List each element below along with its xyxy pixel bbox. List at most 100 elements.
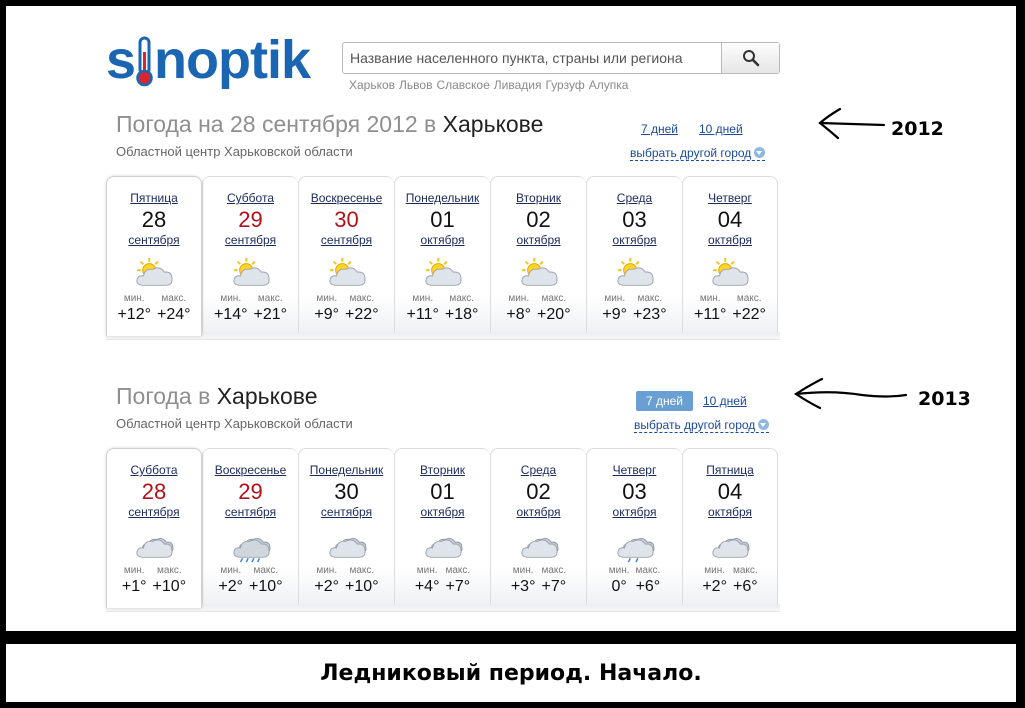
day-tab[interactable]: Четверг 04 октября мин. +11° макс. +22° — [682, 176, 778, 336]
day-month[interactable]: сентября — [107, 233, 201, 247]
day-name[interactable]: Суббота — [203, 191, 298, 205]
temperature-range: мин. +9° макс. +22° — [299, 293, 394, 324]
max-temp: +18° — [444, 306, 479, 323]
day-name[interactable]: Пятница — [107, 191, 201, 205]
max-label: макс. — [736, 293, 762, 304]
day-name[interactable]: Среда — [587, 191, 682, 205]
quick-city-link[interactable]: Харьков — [349, 78, 395, 92]
day-number: 28 — [141, 479, 167, 504]
day-name[interactable]: Понедельник — [299, 463, 394, 477]
min-temp: +9° — [314, 306, 340, 323]
sun-cloud-icon — [520, 257, 558, 286]
min-label: мин. — [220, 293, 242, 304]
quick-city-link[interactable]: Алупка — [589, 78, 629, 92]
quick-city-link[interactable]: Гурзуф — [546, 78, 585, 92]
days-bottom-strip — [106, 332, 780, 340]
day-name[interactable]: Вторник — [491, 191, 586, 205]
day-number: 01 — [430, 207, 455, 232]
quick-city-link[interactable]: Славское — [436, 78, 489, 92]
day-month[interactable]: октября — [587, 505, 682, 519]
region-subtitle: Областной центр Харьковской области — [116, 416, 353, 431]
tab-7-days[interactable]: 7 дней — [636, 391, 694, 411]
day-tab[interactable]: Среда 02 октября мин. +3° макс. +7° — [490, 448, 586, 608]
day-tab[interactable]: Вторник 01 октября мин. +4° макс. +7° — [394, 448, 490, 608]
quick-city-link[interactable]: Ливадия — [494, 78, 542, 92]
day-month[interactable]: сентября — [107, 505, 201, 519]
day-month[interactable]: сентября — [203, 505, 298, 519]
days-row: Суббота 28 сентября мин. +1° макс. +10° Воскрес… — [106, 448, 778, 608]
quick-city-link[interactable]: Львов — [399, 78, 432, 92]
max-temp: +22° — [345, 306, 379, 323]
day-tab[interactable]: Воскресенье 30 сентября мин. +9° макс. +22° — [298, 176, 394, 336]
day-tab[interactable]: Пятница 28 сентября мин. +12° макс. +24° — [106, 176, 202, 336]
day-tab[interactable]: Воскресенье 29 сентября мин. +2° макс. +10° — [202, 448, 298, 608]
day-number: 28 — [141, 207, 167, 232]
day-tab[interactable]: Понедельник 30 сентября мин. +2° макс. +10° — [298, 448, 394, 608]
day-tab[interactable]: Суббота 28 сентября мин. +1° макс. +10° — [106, 448, 202, 608]
sun-cloud-icon — [136, 257, 173, 286]
forecast-2013: Погода в Харькове Областной центр Харько… — [106, 378, 786, 613]
day-name[interactable]: Воскресенье — [203, 463, 298, 477]
day-number: 29 — [238, 207, 263, 232]
day-number: 02 — [526, 479, 551, 504]
day-number: 03 — [622, 479, 647, 504]
arrow-left-icon — [818, 107, 886, 140]
day-month[interactable]: октября — [491, 233, 586, 247]
day-name[interactable]: Среда — [491, 463, 586, 477]
day-name[interactable]: Четверг — [587, 463, 682, 477]
temperature-range: мин. +3° макс. +7° — [491, 565, 586, 596]
min-label: мин. — [416, 565, 438, 576]
sinoptik-logo[interactable]: s noptik — [106, 28, 336, 90]
search-button[interactable] — [721, 43, 779, 73]
day-number: 30 — [334, 479, 359, 504]
tab-10-days[interactable]: 10 дней — [703, 394, 747, 408]
day-name[interactable]: Понедельник — [395, 191, 490, 205]
min-temp: +2° — [314, 578, 340, 595]
day-name[interactable]: Суббота — [107, 463, 201, 477]
min-temp: +1° — [121, 578, 147, 595]
day-tab[interactable]: Вторник 02 октября мин. +8° макс. +20° — [490, 176, 586, 336]
choose-other-city-link[interactable]: выбрать другой город — [630, 146, 766, 161]
day-month[interactable]: октября — [587, 233, 682, 247]
max-temp: +20° — [537, 306, 571, 323]
rain-cloud-icon — [232, 537, 270, 563]
temperature-range: мин. +11° макс. +18° — [395, 293, 490, 324]
max-temp: +24° — [157, 306, 191, 323]
day-month[interactable]: октября — [491, 505, 586, 519]
day-month[interactable]: сентября — [203, 233, 298, 247]
day-tab[interactable]: Пятница 04 октября мин. +2° макс. +6° — [682, 448, 778, 608]
year-label-2013: 2013 — [918, 388, 971, 410]
temperature-range: мин. +4° макс. +7° — [395, 565, 490, 596]
day-month[interactable]: октября — [395, 505, 490, 519]
max-temp: +23° — [633, 306, 667, 323]
day-month[interactable]: октября — [683, 505, 777, 519]
arrow-left-icon — [794, 377, 908, 410]
tab-10-days[interactable]: 10 дней — [699, 122, 743, 136]
day-name[interactable]: Воскресенье — [299, 191, 394, 205]
min-label: мин. — [412, 293, 434, 304]
sun-cloud-icon — [328, 257, 366, 286]
max-label: макс. — [732, 565, 758, 576]
day-month[interactable]: октября — [683, 233, 777, 247]
cloud-icon — [712, 537, 750, 558]
day-name[interactable]: Вторник — [395, 463, 490, 477]
cloud-icon — [136, 537, 174, 558]
day-month[interactable]: сентября — [299, 233, 394, 247]
tab-7-days[interactable]: 7 дней — [641, 122, 678, 136]
day-name[interactable]: Пятница — [683, 463, 777, 477]
search-input[interactable] — [344, 44, 719, 72]
temperature-range: мин. +2° макс. +10° — [203, 565, 298, 596]
min-label: мин. — [316, 565, 338, 576]
day-tab[interactable]: Четверг 03 октября мин. 0° макс. +6° — [586, 448, 682, 608]
day-month[interactable]: сентября — [299, 505, 394, 519]
choose-other-city-link[interactable]: выбрать другой город — [634, 418, 770, 433]
day-tab[interactable]: Суббота 29 сентября мин. +14° макс. +21° — [202, 176, 298, 336]
day-month[interactable]: октября — [395, 233, 490, 247]
max-label: макс. — [635, 565, 661, 576]
caption: Ледниковый период. Начало. — [320, 660, 702, 686]
min-label: мин. — [123, 565, 145, 576]
day-tab[interactable]: Среда 03 октября мин. +9° макс. +23° — [586, 176, 682, 336]
day-name[interactable]: Четверг — [683, 191, 777, 205]
day-tab[interactable]: Понедельник 01 октября мин. +11° макс. +18° — [394, 176, 490, 336]
min-label: мин. — [608, 565, 630, 576]
